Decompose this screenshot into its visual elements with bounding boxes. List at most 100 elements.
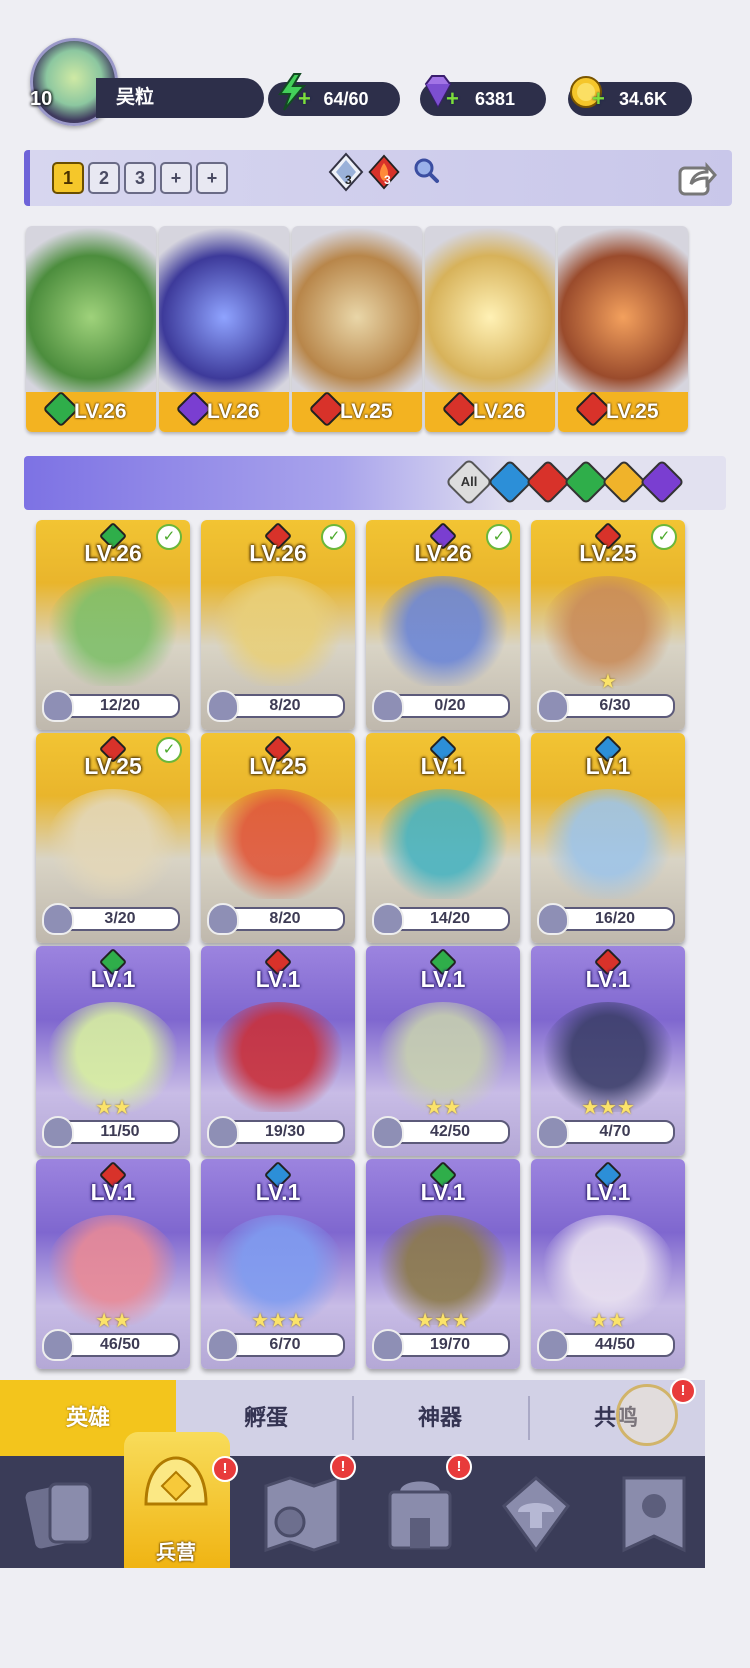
shard-progress: 42/50 bbox=[390, 1120, 510, 1144]
player-level: 10 bbox=[30, 88, 53, 110]
hero-portrait bbox=[541, 789, 675, 899]
shard-icon bbox=[207, 903, 239, 935]
hero-card[interactable]: LV.1 16/20 bbox=[531, 733, 685, 943]
mushroom-icon[interactable] bbox=[488, 1466, 584, 1562]
hero-portrait bbox=[46, 789, 180, 899]
filter-all-label: All bbox=[460, 474, 478, 489]
hero-card[interactable]: LV.1 ★★ 44/50 bbox=[531, 1159, 685, 1369]
cards-icon[interactable] bbox=[14, 1466, 110, 1562]
team-slot-1[interactable]: 1 bbox=[52, 162, 84, 194]
shard-icon bbox=[42, 1329, 74, 1361]
team-hero-card[interactable]: LV.26 bbox=[26, 226, 156, 432]
search-icon[interactable] bbox=[412, 156, 440, 184]
hero-portrait bbox=[26, 226, 156, 392]
hero-portrait bbox=[292, 226, 422, 392]
gem-add-icon[interactable]: + bbox=[446, 86, 459, 112]
resonance-alert-badge: ! bbox=[670, 1378, 696, 1404]
shard-progress: 6/30 bbox=[555, 694, 675, 718]
hero-level: LV.1 bbox=[255, 966, 301, 992]
team-hero-card[interactable]: LV.26 bbox=[425, 226, 555, 432]
shard-progress: 16/20 bbox=[555, 907, 675, 931]
tab-artifact[interactable]: 神器 bbox=[354, 1380, 526, 1456]
shard-progress: 6/70 bbox=[225, 1333, 345, 1357]
shard-icon bbox=[537, 1329, 569, 1361]
hero-card[interactable]: LV.1 ★★★ 4/70 bbox=[531, 946, 685, 1156]
shard-icon bbox=[537, 1116, 569, 1148]
shard-icon bbox=[372, 1329, 404, 1361]
hero-card[interactable]: LV.26 ✓ 8/20 bbox=[201, 520, 355, 730]
castle-icon[interactable] bbox=[372, 1466, 468, 1562]
shard-icon bbox=[42, 1116, 74, 1148]
hero-portrait bbox=[558, 226, 688, 392]
team-hero-card[interactable]: LV.25 bbox=[292, 226, 422, 432]
team-slot-2[interactable]: 2 bbox=[88, 162, 120, 194]
hero-card[interactable]: LV.1 14/20 bbox=[366, 733, 520, 943]
shard-icon bbox=[42, 690, 74, 722]
shard-progress: 12/20 bbox=[60, 694, 180, 718]
energy-value: 64/60 bbox=[323, 89, 369, 109]
team-hero-level: LV.26 bbox=[473, 400, 526, 423]
castle-alert-badge: ! bbox=[446, 1454, 472, 1480]
hero-portrait bbox=[46, 576, 180, 686]
hero-portrait bbox=[159, 226, 289, 392]
barracks-alert-badge: ! bbox=[212, 1456, 238, 1482]
hero-level: LV.1 bbox=[420, 966, 466, 992]
shard-progress: 8/20 bbox=[225, 907, 345, 931]
barracks-icon[interactable] bbox=[128, 1442, 224, 1538]
hero-level: LV.1 bbox=[90, 966, 136, 992]
hero-card[interactable]: LV.26 ✓ 12/20 bbox=[36, 520, 190, 730]
shard-progress: 44/50 bbox=[555, 1333, 675, 1357]
shard-progress: 19/30 bbox=[225, 1120, 345, 1144]
in-team-check-icon: ✓ bbox=[156, 524, 182, 550]
hero-portrait bbox=[211, 576, 345, 686]
team-slot-3[interactable]: 3 bbox=[124, 162, 156, 194]
team-hero-card[interactable]: LV.25 bbox=[558, 226, 688, 432]
hero-card[interactable]: LV.1 ★★ 42/50 bbox=[366, 946, 520, 1156]
hero-card[interactable]: LV.1 ★★ 46/50 bbox=[36, 1159, 190, 1369]
hero-card[interactable]: LV.1 ★★★ 19/70 bbox=[366, 1159, 520, 1369]
shard-progress: 8/20 bbox=[225, 694, 345, 718]
team-slot-add-2[interactable]: + bbox=[196, 162, 228, 194]
shard-icon bbox=[372, 690, 404, 722]
hero-card[interactable]: LV.1 19/30 bbox=[201, 946, 355, 1156]
map-alert-badge: ! bbox=[330, 1454, 356, 1480]
shard-icon bbox=[372, 1116, 404, 1148]
shard-progress: 4/70 bbox=[555, 1120, 675, 1144]
hero-portrait bbox=[211, 789, 345, 899]
player-name[interactable]: 吴粒 bbox=[96, 78, 264, 118]
hero-card[interactable]: LV.25 ✓ ★ 6/30 bbox=[531, 520, 685, 730]
hero-portrait bbox=[211, 1002, 345, 1112]
team-slot-add-1[interactable]: + bbox=[160, 162, 192, 194]
team-hero-level: LV.26 bbox=[207, 400, 260, 423]
hero-level: LV.1 bbox=[420, 1179, 466, 1205]
shard-icon bbox=[42, 903, 74, 935]
resonance-orb-icon[interactable] bbox=[616, 1384, 678, 1446]
shard-icon bbox=[207, 1116, 239, 1148]
shard-progress: 11/50 bbox=[60, 1120, 180, 1144]
hero-card[interactable]: LV.26 ✓ 0/20 bbox=[366, 520, 520, 730]
hero-card[interactable]: LV.1 ★★ 11/50 bbox=[36, 946, 190, 1156]
hero-portrait bbox=[376, 789, 510, 899]
shard-progress: 19/70 bbox=[390, 1333, 510, 1357]
hero-portrait bbox=[425, 226, 555, 392]
shard-progress: 3/20 bbox=[60, 907, 180, 931]
shard-progress: 14/20 bbox=[390, 907, 510, 931]
shard-icon bbox=[537, 690, 569, 722]
shard-progress: 46/50 bbox=[60, 1333, 180, 1357]
hero-card[interactable]: LV.1 ★★★ 6/70 bbox=[201, 1159, 355, 1369]
map-icon[interactable] bbox=[254, 1466, 350, 1562]
gold-add-icon[interactable]: + bbox=[592, 86, 605, 112]
shard-icon bbox=[207, 690, 239, 722]
energy-add-icon[interactable]: + bbox=[298, 86, 311, 112]
share-icon[interactable] bbox=[677, 158, 717, 198]
fire-synergy-count: 3 bbox=[384, 173, 391, 187]
team-hero-level: LV.25 bbox=[340, 400, 393, 423]
hero-level: LV.1 bbox=[585, 1179, 631, 1205]
hero-card[interactable]: LV.25 ✓ 3/20 bbox=[36, 733, 190, 943]
shard-icon bbox=[537, 903, 569, 935]
hero-level: LV.1 bbox=[420, 753, 466, 779]
team-hero-card[interactable]: LV.26 bbox=[159, 226, 289, 432]
in-team-check-icon: ✓ bbox=[321, 524, 347, 550]
hero-card[interactable]: LV.25 8/20 bbox=[201, 733, 355, 943]
banner-icon[interactable] bbox=[606, 1466, 702, 1562]
